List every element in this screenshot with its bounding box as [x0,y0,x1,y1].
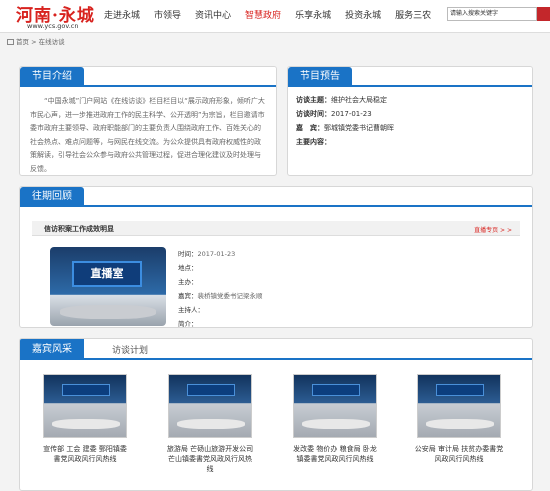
nav-item[interactable]: 市领导 [154,8,181,21]
nav-item[interactable]: 走进永城 [104,8,140,21]
intro-header: 节目介绍 [20,67,276,87]
preview-row: 访谈时间：2017-01-23 [296,107,524,121]
nav-item[interactable]: 投资永城 [345,8,381,21]
preview-label: 嘉 宾： [296,124,324,132]
past-item-bar: 信访积案工作成效明显 直播专页 > > [32,221,520,236]
guests-panel: 嘉宾风采 访谈计划 宣传部 工会 建委 鄄阳镇委 書党风政风行风热线 旅游局 芒… [19,338,533,491]
past-title: 往期回顾 [20,187,84,207]
preview-row: 主要内容： [296,135,524,149]
preview-header: 节目预告 [288,67,532,87]
meta-row: 主持人： [178,306,204,314]
preview-value: 鄄城镇党委书记曹朝晖 [324,124,394,132]
intro-panel: 节目介绍 “中国永城”门户网站《在线访谈》栏目栏目以“展示政府形象，倾听广大市民… [19,66,277,176]
guest-caption[interactable]: 旅游局 芒砀山旅游开发公司 芒山镇委書党风政风行风热线 [165,444,255,474]
intro-title: 节目介绍 [20,67,84,87]
breadcrumb-current: 在线访谈 [38,38,65,46]
preview-row: 嘉 宾：鄄城镇党委书记曹朝晖 [296,121,524,135]
preview-row: 访谈主题：维护社会大局稳定 [296,93,524,107]
preview-value: 维护社会大局稳定 [331,96,387,104]
nav-item[interactable]: 乐享永城 [295,8,331,21]
guests-tabs: 嘉宾风采 访谈计划 [20,339,532,360]
studio-screen: 直播室 [72,261,142,287]
studio-desk [60,305,156,319]
search-button[interactable] [537,7,550,21]
meta-row: 时间：2017-01-23 [178,250,236,258]
nav-item[interactable]: 服务三农 [395,8,431,21]
search-input[interactable]: 请输入搜索关键字 [447,7,537,21]
guest-card[interactable]: 发改委 物价办 粮食局 卧龙镇委書党风政风行风热线 [290,374,380,464]
guest-photo[interactable] [43,374,127,438]
breadcrumb: 首页 > 在线访谈 [7,36,65,46]
intro-text: “中国永城”门户网站《在线访谈》栏目栏目以“展示政府形象，倾听广大市民心声，进一… [30,97,265,173]
preview-panel: 节目预告 访谈主题：维护社会大局稳定 访谈时间：2017-01-23 嘉 宾：鄄… [287,66,533,176]
guest-caption[interactable]: 公安局 审计局 扶贫办委書党风政风行风热线 [414,444,504,464]
meta-row: 简介： [178,320,198,328]
nav-item[interactable]: 资讯中心 [195,8,231,21]
preview-value: 2017-01-23 [331,110,372,118]
past-video-thumbnail[interactable]: 直播室 [50,247,166,326]
past-item-title[interactable]: 信访积案工作成效明显 [44,224,114,234]
nav-item-active[interactable]: 智慧政府 [245,8,281,21]
past-header: 往期回顾 [20,187,532,207]
preview-label: 主要内容： [296,138,331,146]
guest-caption[interactable]: 宣传部 工会 建委 鄄阳镇委 書党风政风行风热线 [40,444,130,464]
meta-row: 主办： [178,278,198,286]
preview-title: 节目预告 [288,67,352,87]
main-nav: 走进永城 市领导 资讯中心 智慧政府 乐享永城 投资永城 服务三农 [104,8,445,21]
tab-interview-plan[interactable]: 访谈计划 [112,343,148,356]
breadcrumb-home[interactable]: 首页 [16,38,29,46]
preview-label: 访谈时间： [296,110,331,118]
top-header: 河南·永城 www.ycs.gov.cn 走进永城 市领导 资讯中心 智慧政府 … [0,0,550,33]
past-meta: 时间：2017-01-23 地点： 主办： 嘉宾：裴桥镇党委书记梁永顺 主持人：… [178,247,263,328]
live-page-link[interactable]: 直播专页 > > [474,225,512,234]
tab-guests[interactable]: 嘉宾风采 [20,339,84,360]
site-url: www.ycs.gov.cn [27,22,79,30]
meta-row: 嘉宾：裴桥镇党委书记梁永顺 [178,292,263,300]
guest-card[interactable]: 公安局 审计局 扶贫办委書党风政风行风热线 [414,374,504,464]
guest-card[interactable]: 宣传部 工会 建委 鄄阳镇委 書党风政风行风热线 [40,374,130,464]
preview-label: 访谈主题： [296,96,331,104]
guest-photo[interactable] [417,374,501,438]
guest-photo[interactable] [168,374,252,438]
breadcrumb-separator: > [31,38,37,46]
meta-row: 地点： [178,264,198,272]
home-icon [7,39,14,45]
guest-caption[interactable]: 发改委 物价办 粮食局 卧龙镇委書党风政风行风热线 [290,444,380,464]
guest-card[interactable]: 旅游局 芒砀山旅游开发公司 芒山镇委書党风政风行风热线 [165,374,255,474]
past-panel: 往期回顾 信访积案工作成效明显 直播专页 > > 直播室 时间：2017-01-… [19,186,533,328]
guest-photo[interactable] [293,374,377,438]
